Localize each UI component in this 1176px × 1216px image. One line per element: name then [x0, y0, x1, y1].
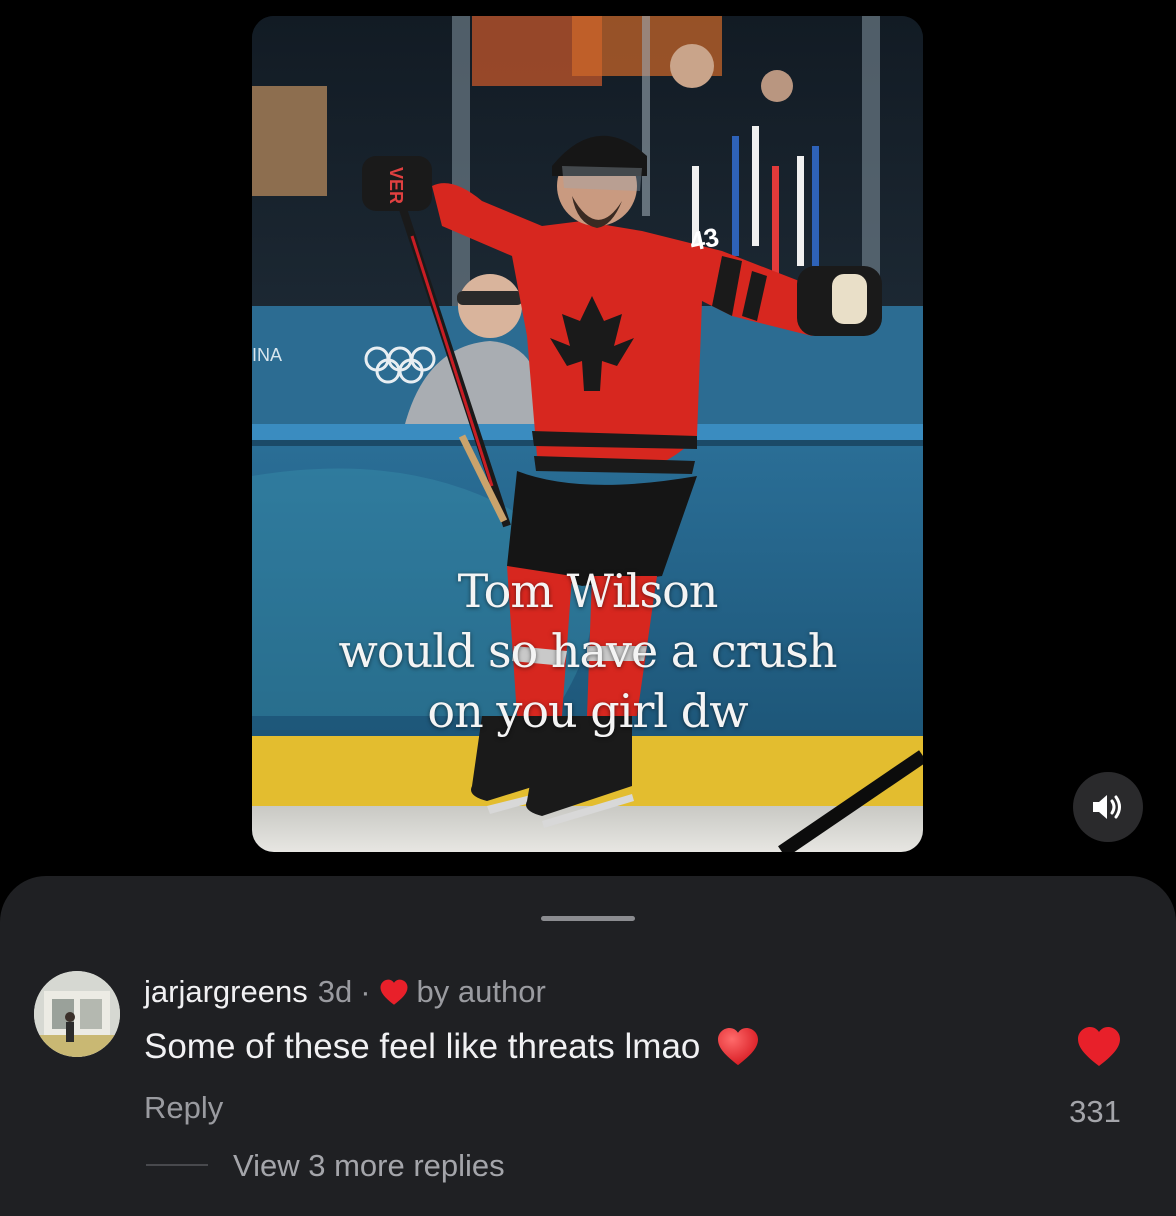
- sound-toggle-button[interactable]: [1073, 772, 1143, 842]
- post-caption: Tom Wilson would so have a crush on you …: [252, 561, 923, 741]
- liked-by-author-label: by author: [416, 974, 546, 1009]
- comment-time: 3d: [317, 974, 353, 1009]
- comment-text: Some of these feel like threats lmao: [144, 1027, 701, 1066]
- avatar-photo: [34, 971, 120, 1057]
- svg-text:INA: INA: [252, 345, 282, 365]
- speaker-icon: [1093, 795, 1121, 819]
- heart-icon: [380, 979, 408, 1005]
- svg-text:VER: VER: [386, 167, 406, 204]
- svg-text:43: 43: [687, 222, 722, 257]
- caption-line-1: Tom Wilson: [457, 564, 719, 618]
- sheet-grabber[interactable]: [541, 916, 635, 921]
- replies-divider: [146, 1164, 208, 1166]
- heart-icon: [1078, 1027, 1120, 1066]
- comments-sheet: jarjargreens 3d · by author Some of thes…: [0, 876, 1176, 1216]
- red-heart-emoji: [718, 1027, 759, 1066]
- reply-button[interactable]: Reply: [144, 1090, 223, 1126]
- meta-separator: ·: [360, 974, 371, 1009]
- post-media[interactable]: INA 43 VER Tom Wilson would so have a cr…: [252, 16, 923, 852]
- avatar[interactable]: [34, 971, 120, 1057]
- comment-body: Some of these feel like threats lmao: [144, 1026, 760, 1068]
- like-button[interactable]: [1076, 1026, 1122, 1068]
- caption-line-2: would so have a crush: [338, 624, 838, 678]
- caption-line-3: on you girl dw: [427, 684, 748, 738]
- comment-meta: jarjargreens 3d · by author: [144, 974, 546, 1010]
- like-count: 331: [1069, 1094, 1121, 1129]
- view-more-replies-button[interactable]: View 3 more replies: [233, 1148, 505, 1184]
- comment-username[interactable]: jarjargreens: [144, 974, 308, 1010]
